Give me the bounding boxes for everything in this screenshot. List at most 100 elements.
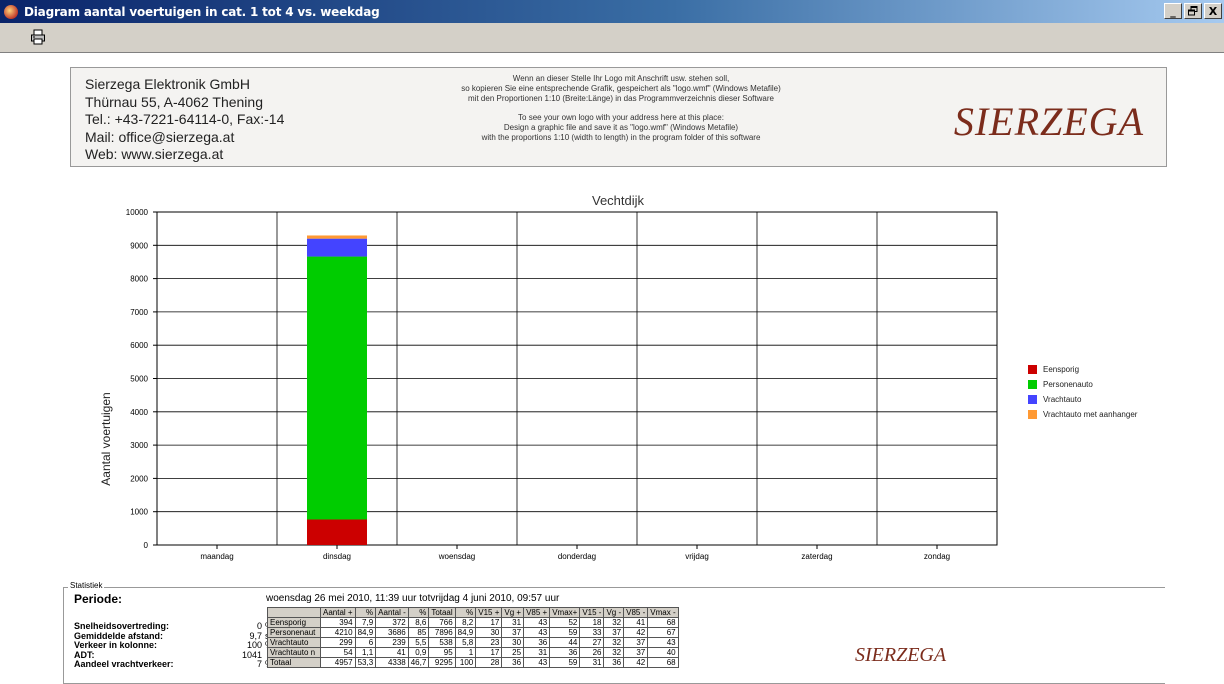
table-cell: 538 (428, 637, 456, 648)
y-tick-label: 10000 (126, 208, 149, 217)
column-header: V15 - (579, 607, 605, 618)
table-cell: 37 (501, 627, 525, 638)
periode-label: Periode: (74, 592, 123, 606)
table-row: Vrachtauto n 54 1,1 41 0,9 95 1 17 25 31 36 26 32 37 4… (267, 647, 679, 658)
minimize-button[interactable]: _ (1164, 3, 1182, 19)
column-header: % (407, 607, 430, 618)
x-tick-label: zondag (924, 552, 950, 561)
table-cell: 7896 (428, 627, 456, 638)
table-cell: 31 (579, 657, 605, 668)
table-cell: 36 (549, 647, 581, 658)
restore-button[interactable] (1184, 3, 1202, 19)
table-cell: 100 (454, 657, 477, 668)
kpi-value: 7 (256, 659, 262, 669)
legend-swatch (1028, 409, 1037, 419)
toolbar (0, 23, 1224, 53)
table-cell: 31 (501, 617, 525, 628)
table-cell: 41 (375, 647, 409, 658)
table-cell: 42 (623, 657, 649, 668)
column-header: V15 + (475, 607, 503, 618)
kpi-label: Aandeel vrachtverkeer: (74, 659, 174, 669)
table-cell: 27 (579, 637, 605, 648)
printer-icon (31, 29, 45, 45)
table-cell: 52 (549, 617, 581, 628)
periode-text: woensdag 26 mei 2010, 11:39 uur totvrijd… (266, 593, 560, 604)
y-tick-label: 1000 (130, 508, 148, 517)
table-cell: 37 (623, 647, 649, 658)
y-tick-label: 2000 (130, 474, 148, 483)
column-header (267, 607, 321, 618)
bar-segment (307, 238, 367, 257)
table-cell: 17 (475, 647, 503, 658)
y-tick-label: 4000 (130, 408, 148, 417)
y-tick-label: 0 (144, 541, 149, 550)
table-cell: 30 (501, 637, 525, 648)
table-cell: 7,9 (354, 617, 377, 628)
legend-item: Vrachtauto met aanhanger (1028, 408, 1137, 420)
table-cell: 17 (475, 617, 503, 628)
x-tick-label: maandag (200, 552, 233, 561)
column-header: Totaal (428, 607, 456, 618)
table-cell: 84,9 (454, 627, 477, 638)
window-title: Diagram aantal voertuigen in cat. 1 tot … (24, 4, 380, 19)
print-button[interactable] (30, 29, 46, 45)
table-cell: 43 (523, 617, 551, 628)
table-cell: 37 (603, 627, 625, 638)
kpi-label: Verkeer in kolonne: (74, 640, 158, 650)
table-cell: 23 (475, 637, 503, 648)
table-row: Vrachtauto 299 6 239 5,5 538 5,8 23 30 36 44 27 32 37… (267, 637, 679, 648)
table-cell: 32 (603, 637, 625, 648)
legend-label: Vrachtauto (1043, 394, 1082, 404)
legend-swatch (1028, 364, 1037, 374)
table-row: Eensporig 394 7,9 372 8,6 766 8,2 17 31 43 52 18 32 4… (267, 617, 679, 628)
table-cell: 30 (475, 627, 503, 638)
table-cell: 4338 (375, 657, 409, 668)
table-cell: 95 (428, 647, 456, 658)
column-header: Aantal - (375, 607, 409, 618)
table-cell: 372 (375, 617, 409, 628)
legend-item: Personenauto (1028, 378, 1137, 390)
table-cell: 26 (579, 647, 605, 658)
column-header: Aantal + (320, 607, 356, 618)
table-cell: 9295 (428, 657, 456, 668)
table-cell: 43 (523, 657, 551, 668)
x-tick-label: donderdag (558, 552, 596, 561)
legend-item: Vrachtauto (1028, 393, 1137, 405)
x-tick-label: zaterdag (801, 552, 832, 561)
table-cell: 59 (549, 627, 581, 638)
table-cell: 43 (647, 637, 679, 648)
table-cell: 44 (549, 637, 581, 648)
column-header: Vmax - (647, 607, 679, 618)
table-cell: 1,1 (354, 647, 377, 658)
app-icon[interactable] (4, 4, 18, 19)
table-cell: 85 (407, 627, 430, 638)
table-cell: 59 (549, 657, 581, 668)
legend-swatch (1028, 379, 1037, 389)
table-cell: 0,9 (407, 647, 430, 658)
table-cell: 40 (647, 647, 679, 658)
table-cell: 42 (623, 627, 649, 638)
y-tick-label: 9000 (130, 241, 148, 250)
table-cell: 68 (647, 657, 679, 668)
legend-swatch (1028, 394, 1037, 404)
bar-chart: 0 1000 2000 3000 4000 5000 6000 7000 8000 9000 100… (126, 208, 998, 561)
legend-label: Eensporig (1043, 364, 1080, 374)
x-tick-label: dinsdag (323, 552, 351, 561)
y-tick-label: 5000 (130, 375, 148, 384)
kpi-list: Snelheidsovertreding:0%Gemiddelde afstan… (74, 621, 282, 670)
table-row: Personenaut 4210 84,9 3686 85 7896 84,9 30 37 43 5… (267, 627, 679, 638)
table-cell: 36 (501, 657, 525, 668)
table-cell: 28 (475, 657, 503, 668)
bar-segment (307, 235, 367, 239)
table-cell: 8,6 (407, 617, 430, 628)
column-header: V85 + (523, 607, 551, 618)
table-cell: 8,2 (454, 617, 477, 628)
title-bar: Diagram aantal voertuigen in cat. 1 tot … (0, 0, 1224, 23)
column-header: Vg - (603, 607, 625, 618)
table-cell: 41 (623, 617, 649, 628)
table-cell: 67 (647, 627, 679, 638)
close-button[interactable]: X (1204, 3, 1222, 19)
bar-segment (307, 519, 367, 545)
y-tick-label: 8000 (130, 275, 148, 284)
table-cell: 32 (603, 617, 625, 628)
